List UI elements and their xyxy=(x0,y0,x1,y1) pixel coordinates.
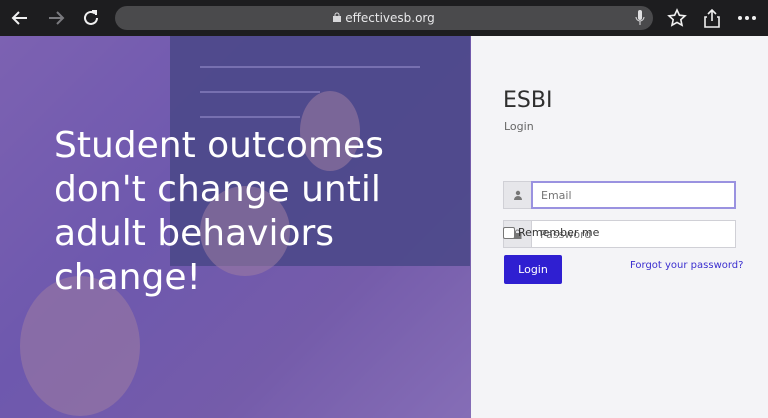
login-button[interactable]: Login xyxy=(504,255,562,284)
hero-image: Student outcomes don't change until adul… xyxy=(0,36,471,418)
lock-icon xyxy=(333,11,342,25)
address-bar[interactable]: effectivesb.org xyxy=(115,6,653,30)
remember-me[interactable]: Remember me xyxy=(503,226,599,239)
email-field-group xyxy=(503,181,736,209)
brand-title: ESBI xyxy=(503,88,553,113)
star-icon[interactable] xyxy=(665,6,689,30)
browser-toolbar: effectivesb.org xyxy=(0,0,768,36)
url-text: effectivesb.org xyxy=(345,11,435,25)
user-icon xyxy=(503,181,531,209)
hero-tagline: Student outcomes don't change until adul… xyxy=(54,125,384,298)
more-icon[interactable] xyxy=(735,6,759,30)
email-input[interactable] xyxy=(531,181,736,209)
back-arrow-icon[interactable] xyxy=(8,6,32,30)
login-subtitle: Login xyxy=(504,120,534,133)
remember-checkbox[interactable] xyxy=(503,226,515,239)
share-icon[interactable] xyxy=(700,6,724,30)
reload-icon[interactable] xyxy=(79,6,103,30)
forgot-password-link[interactable]: Forgot your password? xyxy=(630,260,743,271)
forward-arrow-icon[interactable] xyxy=(44,6,68,30)
remember-label: Remember me xyxy=(518,226,600,239)
mic-icon[interactable] xyxy=(635,10,645,29)
